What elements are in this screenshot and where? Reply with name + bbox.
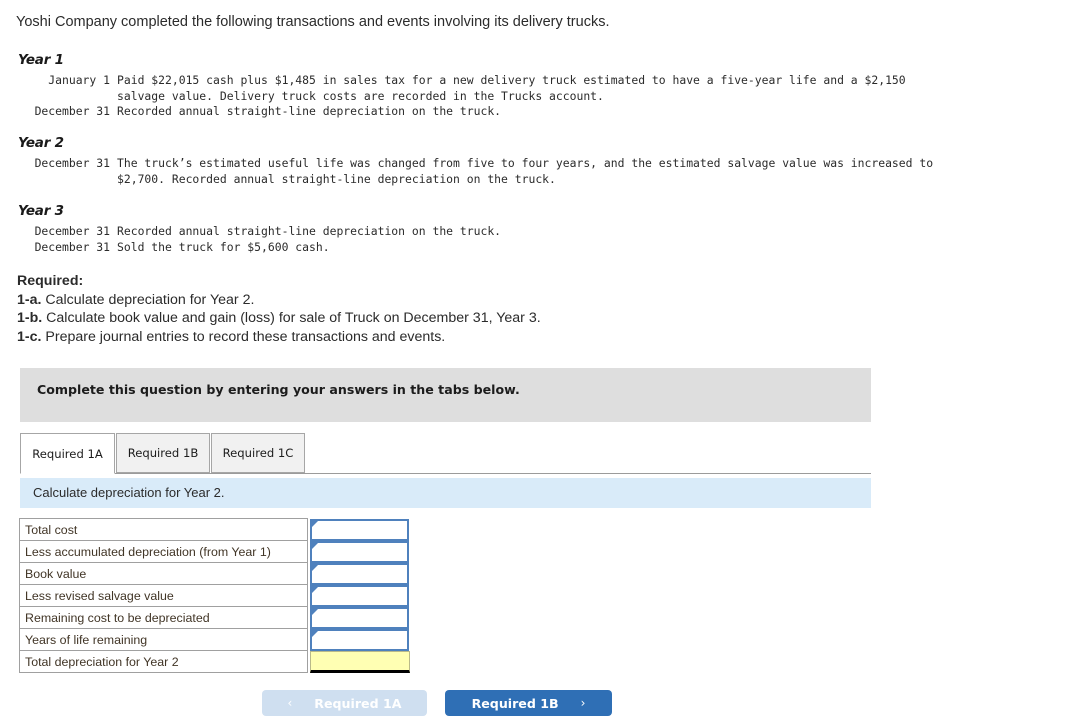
table-row: Total cost: [19, 518, 412, 541]
row-value-cell: [308, 650, 412, 673]
table-row: December 31 Sold the truck for $5,600 ca…: [18, 240, 501, 256]
table-row: Less revised salvage value: [19, 584, 412, 607]
event-date: January 1: [48, 73, 110, 87]
table-row: Total depreciation for Year 2: [19, 650, 412, 673]
prev-required-button-label: Required 1A: [314, 695, 402, 711]
required-item-1c: 1-c. Prepare journal entries to record t…: [17, 328, 541, 347]
intro-paragraph: Yoshi Company completed the following tr…: [16, 14, 610, 30]
event-description-cont: salvage value. Delivery truck costs are …: [117, 88, 604, 103]
table-row: December 31 Recorded annual straight-lin…: [18, 224, 501, 240]
answer-input-book-value[interactable]: [310, 562, 409, 585]
answer-input-total-cost[interactable]: [310, 518, 409, 541]
row-label: Less accumulated depreciation (from Year…: [19, 540, 308, 563]
tab-required-1c[interactable]: Required 1C: [211, 433, 305, 473]
table-row: December 31 The truck’s estimated useful…: [18, 156, 934, 172]
row-value-cell: [308, 628, 412, 651]
answer-output-total-depreciation: [310, 650, 410, 673]
row-value-cell: [308, 540, 412, 563]
year-block-3: Year 3 December 31 Recorded annual strai…: [18, 203, 501, 255]
next-required-button-label: Required 1B: [471, 695, 559, 711]
table-row: $2,700. Recorded annual straight-line de…: [18, 172, 933, 188]
tab-panel-header-text: Calculate depreciation for Year 2.: [33, 485, 225, 500]
event-description: Paid $22,015 cash plus $1,485 in sales t…: [117, 73, 906, 87]
required-item-1b-number: 1-b.: [17, 310, 43, 327]
tab-required-1b[interactable]: Required 1B: [116, 433, 210, 473]
event-description: Recorded annual straight-line depreciati…: [117, 104, 502, 118]
cell-corner-marker-icon: [312, 608, 318, 615]
event-date: December 31: [34, 239, 110, 254]
event-date-spacer: [18, 172, 117, 188]
event-description: Recorded annual straight-line depreciati…: [117, 224, 502, 238]
event-description: Sold the truck for $5,600 cash.: [117, 239, 330, 254]
year-block-2: Year 2 December 31 The truck’s estimated…: [18, 135, 933, 187]
event-date: December 31: [34, 104, 110, 118]
row-value-cell: [308, 584, 412, 607]
year-block-1: Year 1 January 1 Paid $22,015 cash plus …: [18, 52, 906, 120]
year-heading: Year 1: [18, 52, 64, 68]
event-table: January 1 Paid $22,015 cash plus $1,485 …: [18, 73, 906, 120]
next-required-button[interactable]: Required 1B ›: [445, 690, 612, 716]
row-value-cell: [308, 606, 412, 629]
table-row: January 1 Paid $22,015 cash plus $1,485 …: [18, 73, 906, 89]
table-row: Remaining cost to be depreciated: [19, 606, 412, 629]
required-heading: Required:: [17, 273, 84, 289]
event-date: December 31: [34, 224, 110, 238]
answer-input-less-revised-salvage-value[interactable]: [310, 584, 409, 607]
tab-required-1a[interactable]: Required 1A: [20, 433, 115, 474]
cell-corner-marker-icon: [312, 520, 318, 527]
row-value-cell: [308, 518, 412, 541]
answer-table: Total cost Less accumulated depreciation…: [19, 518, 412, 673]
tab-bar-rule: [20, 473, 871, 474]
row-label: Remaining cost to be depreciated: [19, 606, 308, 629]
required-item-1c-number: 1-c.: [17, 328, 42, 345]
required-item-1a-text: Calculate depreciation for Year 2.: [41, 291, 255, 308]
row-label: Total cost: [19, 518, 308, 541]
tab-required-1a-label: Required 1A: [32, 446, 103, 461]
table-row: Years of life remaining: [19, 628, 412, 651]
row-label: Book value: [19, 562, 308, 585]
required-item-1b: 1-b. Calculate book value and gain (loss…: [17, 309, 541, 328]
required-item-1a-number: 1-a.: [17, 291, 42, 308]
table-row: salvage value. Delivery truck costs are …: [18, 89, 906, 105]
instruction-banner-text: Complete this question by entering your …: [37, 382, 520, 397]
row-label: Years of life remaining: [19, 628, 308, 651]
year-heading: Year 3: [18, 203, 64, 219]
required-item-1b-text: Calculate book value and gain (loss) for…: [42, 310, 541, 327]
event-table: December 31 The truck’s estimated useful…: [18, 156, 934, 188]
required-item-1a: 1-a. Calculate depreciation for Year 2.: [17, 291, 541, 310]
answer-input-less-accumulated-depreciation[interactable]: [310, 540, 409, 563]
table-row: Less accumulated depreciation (from Year…: [19, 540, 412, 563]
prev-required-button[interactable]: ‹ Required 1A: [262, 690, 427, 716]
event-description-cont: $2,700. Recorded annual straight-line de…: [117, 171, 556, 186]
answer-input-years-of-life-remaining[interactable]: [310, 628, 409, 651]
event-description: The truck’s estimated useful life was ch…: [117, 156, 934, 170]
required-section: Required: 1-a. Calculate depreciation fo…: [17, 272, 541, 346]
chevron-right-icon: ›: [580, 696, 586, 710]
table-row: December 31 Recorded annual straight-lin…: [18, 104, 906, 120]
row-value-cell: [308, 562, 412, 585]
row-label: Less revised salvage value: [19, 584, 308, 607]
table-row: Book value: [19, 562, 412, 585]
required-item-1c-text: Prepare journal entries to record these …: [41, 328, 446, 345]
tab-panel-header: Calculate depreciation for Year 2.: [20, 478, 871, 508]
instruction-banner: Complete this question by entering your …: [20, 368, 871, 422]
event-date: December 31: [34, 156, 110, 170]
tab-required-1b-label: Required 1B: [127, 446, 199, 460]
cell-corner-marker-icon: [312, 564, 318, 571]
answer-input-remaining-cost[interactable]: [310, 606, 409, 629]
cell-corner-marker-icon: [312, 542, 318, 549]
cell-corner-marker-icon: [312, 586, 318, 593]
row-label: Total depreciation for Year 2: [19, 650, 308, 673]
event-date-spacer: [18, 89, 117, 105]
cell-corner-marker-icon: [312, 630, 318, 637]
tab-required-1c-label: Required 1C: [222, 446, 294, 460]
year-heading: Year 2: [18, 135, 64, 151]
event-table: December 31 Recorded annual straight-lin…: [18, 224, 501, 255]
tab-bar: Required 1A Required 1B Required 1C: [20, 432, 871, 474]
chevron-left-icon: ‹: [287, 696, 293, 710]
